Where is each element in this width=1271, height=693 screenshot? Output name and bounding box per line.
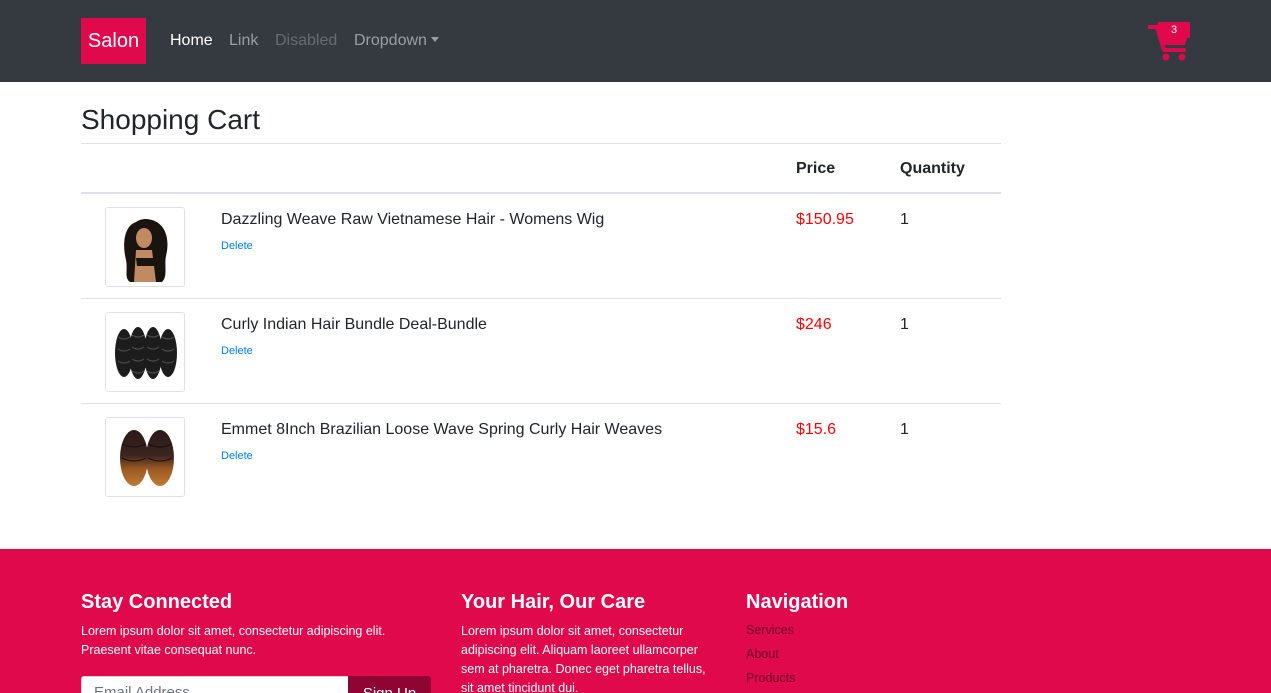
delete-link[interactable]: Delete [221,239,253,253]
product-quantity: 1 [900,421,909,438]
product-quantity: 1 [900,316,909,333]
product-name[interactable]: Emmet 8Inch Brazilian Loose Wave Spring … [221,420,662,440]
quantity-column-header: Quantity [900,160,965,177]
footer-link-services[interactable]: Services [746,622,794,638]
cart-button[interactable]: 3 [1148,22,1192,62]
footer: Stay Connected Lorem ipsum dolor sit ame… [0,549,1271,693]
delete-link[interactable]: Delete [221,449,253,463]
product-name[interactable]: Dazzling Weave Raw Vietnamese Hair - Wom… [221,210,604,230]
product-price: $246 [796,316,832,333]
nav-link-disabled: Disabled [275,32,338,49]
product-image[interactable] [105,417,185,497]
signup-button[interactable]: Sign Up [348,676,431,693]
footer-hair-care-text: Lorem ipsum dolor sit amet, consectetur … [461,624,706,693]
product-name[interactable]: Curly Indian Hair Bundle Deal-Bundle [221,315,487,335]
cart-row: Emmet 8Inch Brazilian Loose Wave Spring … [81,404,1001,509]
delete-link[interactable]: Delete [221,344,253,358]
page-title: Shopping Cart [81,104,261,135]
nav-link-home[interactable]: Home [170,30,213,52]
hair-bundle-image-icon [106,313,184,391]
divider [81,143,1001,144]
footer-link-products[interactable]: Products [746,670,795,686]
cart-count-badge: 3 [1158,22,1190,38]
product-quantity: 1 [900,211,909,228]
ombre-weave-image-icon [106,418,184,496]
nav-dropdown[interactable]: Dropdown [354,30,439,52]
cart-row: Curly Indian Hair Bundle Deal-Bundle Del… [81,299,1001,404]
product-image[interactable] [105,312,185,392]
footer-stay-connected-title: Stay Connected [81,591,233,613]
product-price: $150.95 [796,211,854,228]
brand-logo[interactable]: Salon [81,18,146,64]
caret-down-icon [430,37,439,42]
product-image[interactable] [105,207,185,287]
footer-link-about[interactable]: About [746,646,779,662]
cart-row: Dazzling Weave Raw Vietnamese Hair - Wom… [81,194,1001,299]
footer-hair-care-title: Your Hair, Our Care [461,591,646,613]
nav-link-link[interactable]: Link [229,30,258,52]
navbar: Salon Home Link Disabled Dropdown 3 [0,0,1271,82]
price-column-header: Price [796,160,836,177]
nav-dropdown-label: Dropdown [354,32,427,49]
footer-navigation-title: Navigation [746,591,849,613]
email-input[interactable]: Email Address [81,676,349,693]
product-price: $15.6 [796,421,837,438]
footer-stay-connected-text: Lorem ipsum dolor sit amet, consectetur … [81,624,386,657]
wig-image-icon [106,208,184,286]
